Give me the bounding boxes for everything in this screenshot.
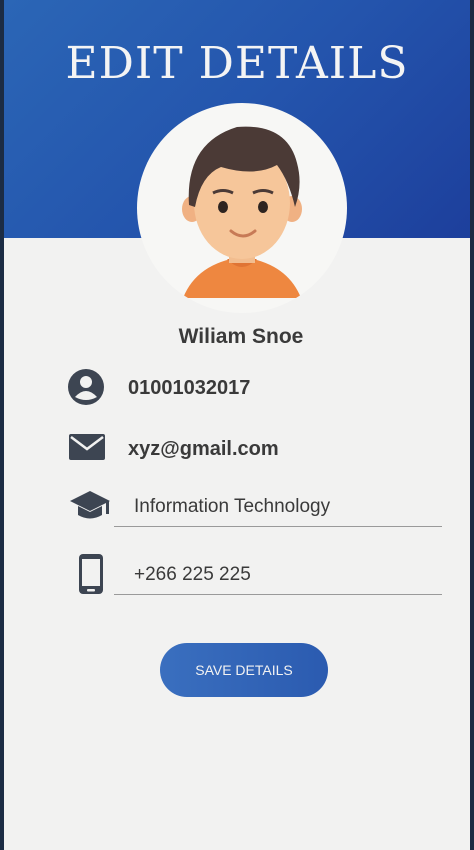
- email-row: xyz@gmail.com: [64, 426, 464, 476]
- user-name: Wiliam Snoe: [178, 325, 304, 348]
- mobile-field[interactable]: +266 225 225: [114, 558, 442, 595]
- page-title: EDIT DETAILS: [65, 38, 409, 89]
- student-id-row: 01001032017: [64, 365, 464, 415]
- graduation-cap-icon: [70, 491, 110, 519]
- department-value: Information Technology: [134, 496, 331, 517]
- department-field[interactable]: Information Technology: [114, 490, 442, 527]
- smartphone-icon: [79, 554, 103, 594]
- mail-icon: [69, 434, 105, 460]
- avatar[interactable]: [137, 103, 347, 313]
- student-id-value: 01001032017: [128, 377, 251, 399]
- email-value: xyz@gmail.com: [128, 438, 279, 460]
- edit-details-screen: EDIT DETAILS Wiliam Snoe 01001032017 xyz…: [4, 0, 470, 850]
- account-circle-icon: [68, 369, 104, 405]
- mobile-value: +266 225 225: [134, 564, 251, 585]
- save-details-button[interactable]: SAVE DETAILS: [160, 643, 328, 697]
- avatar-illustration: [182, 126, 302, 298]
